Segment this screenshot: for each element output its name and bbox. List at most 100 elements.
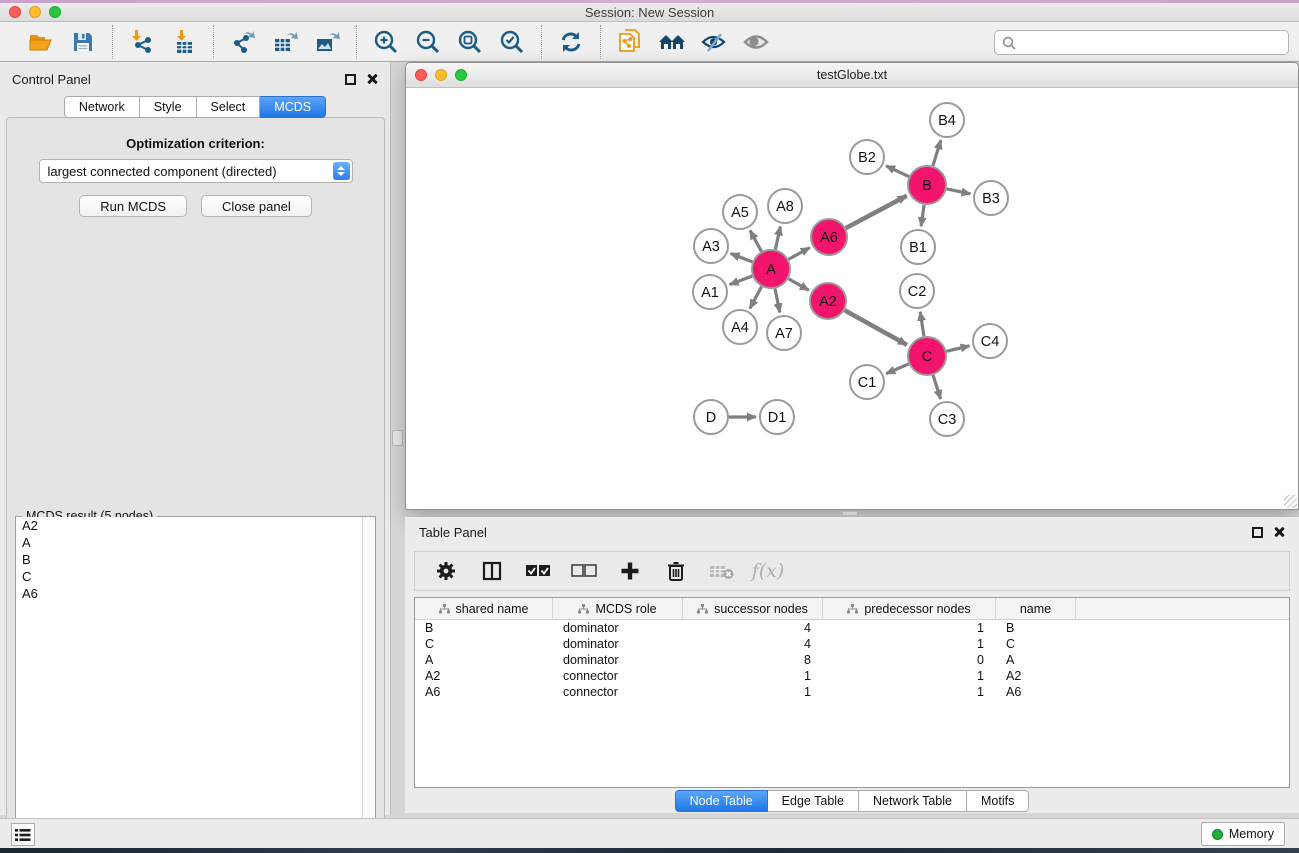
- select-all-columns-button[interactable]: [525, 558, 551, 584]
- network-graph[interactable]: B4 B2 B B3 B1 A5 A8 A6 A3 A A1 C2 A2 A4 A7 C4 C C1 D D1 C3: [406, 88, 1298, 509]
- new-network-from-selection-button[interactable]: [614, 27, 646, 57]
- graph-node-A3[interactable]: A3: [694, 229, 728, 263]
- tab-network-table[interactable]: Network Table: [859, 790, 967, 812]
- result-item[interactable]: A: [16, 534, 375, 551]
- graph-node-B3[interactable]: B3: [974, 181, 1008, 215]
- graph-node-A7[interactable]: A7: [767, 316, 801, 350]
- vertical-splitter[interactable]: [391, 62, 405, 815]
- dropdown-stepper-icon: [333, 162, 350, 180]
- graph-node-C2[interactable]: C2: [900, 274, 934, 308]
- mcds-tab-content: Optimization criterion: largest connecte…: [6, 117, 385, 853]
- list-icon: [15, 828, 31, 842]
- save-floppy-icon: [72, 31, 94, 53]
- zoom-out-button[interactable]: [412, 27, 444, 57]
- graph-node-A8[interactable]: A8: [768, 189, 802, 223]
- memory-button[interactable]: Memory: [1201, 822, 1285, 846]
- graph-node-A2[interactable]: A2: [810, 283, 846, 319]
- tab-style[interactable]: Style: [140, 96, 197, 118]
- tab-network[interactable]: Network: [64, 96, 140, 118]
- import-network-button[interactable]: [126, 27, 158, 57]
- graph-node-A6[interactable]: A6: [811, 219, 847, 255]
- close-panel-icon[interactable]: [366, 73, 378, 85]
- table-row[interactable]: A6connector11A6: [415, 684, 1289, 700]
- graph-node-B2[interactable]: B2: [850, 140, 884, 174]
- export-table-button[interactable]: [269, 27, 301, 57]
- graph-node-C1[interactable]: C1: [850, 365, 884, 399]
- zoom-selected-button[interactable]: [496, 27, 528, 57]
- import-table-button[interactable]: [168, 27, 200, 57]
- graph-node-label: D1: [768, 410, 787, 426]
- hide-selected-button[interactable]: [698, 27, 730, 57]
- refresh-view-button[interactable]: [555, 27, 587, 57]
- column-header-predecessor-nodes[interactable]: predecessor nodes: [823, 598, 996, 619]
- search-input[interactable]: [1021, 35, 1288, 50]
- graph-node-label: C: [922, 349, 932, 365]
- result-item[interactable]: C: [16, 568, 375, 585]
- result-item[interactable]: A6: [16, 585, 375, 602]
- splitter-handle-icon[interactable]: [842, 511, 858, 516]
- tab-edge-table[interactable]: Edge Table: [768, 790, 859, 812]
- open-session-button[interactable]: [25, 27, 57, 57]
- tab-motifs[interactable]: Motifs: [967, 790, 1029, 812]
- graph-node-label: C3: [938, 412, 957, 428]
- graph-node-D1[interactable]: D1: [760, 400, 794, 434]
- network-canvas[interactable]: B4 B2 B B3 B1 A5 A8 A6 A3 A A1 C2 A2 A4 A7 C4 C C1 D D1 C3: [406, 88, 1298, 509]
- result-item[interactable]: B: [16, 551, 375, 568]
- show-eye-button[interactable]: [740, 27, 772, 57]
- criterion-dropdown[interactable]: largest connected component (directed): [39, 159, 353, 183]
- graph-node-A1[interactable]: A1: [693, 275, 727, 309]
- graph-node-D[interactable]: D: [694, 400, 728, 434]
- zoom-fit-button[interactable]: [454, 27, 486, 57]
- graph-node-label: A4: [731, 320, 749, 336]
- graph-node-B1[interactable]: B1: [901, 230, 935, 264]
- search-field[interactable]: [994, 30, 1289, 55]
- zoom-in-button[interactable]: [370, 27, 402, 57]
- export-network-button[interactable]: [227, 27, 259, 57]
- delete-column-button[interactable]: [663, 558, 689, 584]
- column-header-MCDS-role[interactable]: MCDS role: [553, 598, 683, 619]
- table-row[interactable]: Bdominator41B: [415, 620, 1289, 636]
- unselect-all-columns-button[interactable]: [571, 558, 597, 584]
- tab-node-table[interactable]: Node Table: [675, 790, 768, 812]
- function-builder-button[interactable]: f(x): [755, 558, 781, 584]
- table-row[interactable]: Adominator80A: [415, 652, 1289, 668]
- table-panel-title: Table Panel: [419, 525, 487, 540]
- tab-mcds[interactable]: MCDS: [260, 96, 326, 118]
- graph-node-B4[interactable]: B4: [930, 103, 964, 137]
- run-mcds-button[interactable]: Run MCDS: [79, 195, 187, 217]
- task-history-button[interactable]: [11, 823, 35, 846]
- close-panel-button[interactable]: Close panel: [201, 195, 312, 217]
- table-row[interactable]: Cdominator41C: [415, 636, 1289, 652]
- tab-select[interactable]: Select: [197, 96, 261, 118]
- graph-node-B[interactable]: B: [908, 166, 946, 204]
- graph-node-A[interactable]: A: [752, 250, 790, 288]
- save-session-button[interactable]: [67, 27, 99, 57]
- add-column-button[interactable]: [617, 558, 643, 584]
- table-cell: 4: [683, 620, 823, 636]
- table-cell: connector: [553, 668, 683, 684]
- network-window-titlebar[interactable]: testGlobe.txt: [406, 63, 1298, 88]
- graph-node-A4[interactable]: A4: [723, 310, 757, 344]
- graph-node-C3[interactable]: C3: [930, 402, 964, 436]
- splitter-handle-icon[interactable]: [392, 430, 403, 446]
- column-type-icon: [697, 604, 708, 614]
- graph-node-A5[interactable]: A5: [723, 195, 757, 229]
- column-header-successor-nodes[interactable]: successor nodes: [683, 598, 823, 619]
- float-panel-icon[interactable]: [1252, 527, 1263, 538]
- window-resize-grip-icon[interactable]: [1284, 495, 1297, 508]
- column-header-name[interactable]: name: [996, 598, 1076, 619]
- result-list-scrollbar[interactable]: [362, 517, 375, 853]
- export-image-button[interactable]: [311, 27, 343, 57]
- graph-node-label: D: [706, 410, 716, 426]
- show-all-networks-button[interactable]: [656, 27, 688, 57]
- graph-node-C[interactable]: C: [908, 337, 946, 375]
- close-panel-icon[interactable]: [1273, 526, 1285, 538]
- table-settings-button[interactable]: [433, 558, 459, 584]
- graph-node-C4[interactable]: C4: [973, 324, 1007, 358]
- table-row[interactable]: A2connector11A2: [415, 668, 1289, 684]
- float-panel-icon[interactable]: [345, 74, 356, 85]
- column-header-shared-name[interactable]: shared name: [415, 598, 553, 619]
- result-item[interactable]: A2: [16, 517, 375, 534]
- delete-table-button[interactable]: [709, 558, 735, 584]
- show-columns-button[interactable]: [479, 558, 505, 584]
